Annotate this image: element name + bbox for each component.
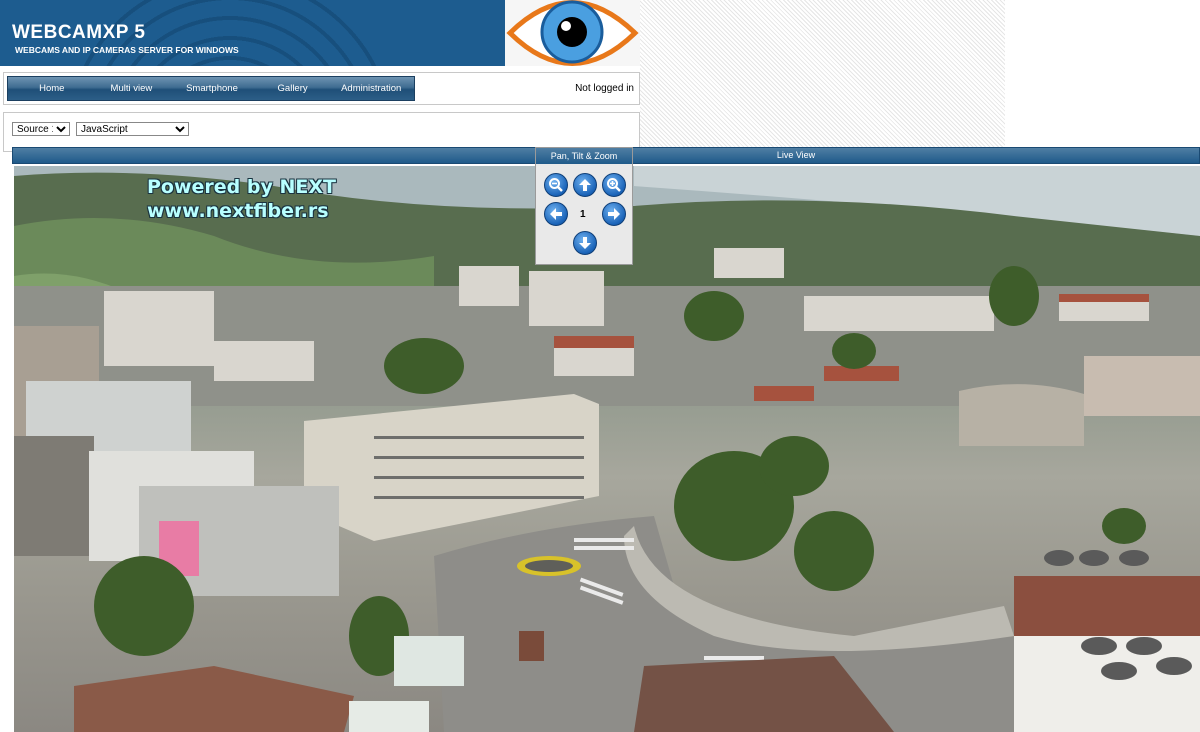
arrow-down-icon[interactable] [573,231,597,255]
login-status: Not logged in [575,83,634,94]
arrow-left-icon[interactable] [544,202,568,226]
app-subtitle: WEBCAMS AND IP CAMERAS SERVER FOR WINDOW… [15,45,239,55]
header-banner: WEBCAMXP 5 WEBCAMS AND IP CAMERAS SERVER… [0,0,640,66]
nav-administration[interactable]: Administration [328,83,414,94]
overlay-line-1: Powered by NEXT [147,176,336,198]
app-title: WEBCAMXP 5 [12,22,146,43]
arrow-right-icon[interactable] [602,202,626,226]
source-controls: Source 1 JavaScript [3,112,640,152]
nav-gallery[interactable]: Gallery [257,83,329,94]
background-pattern [640,0,1005,150]
zoom-out-icon[interactable] [544,173,568,197]
nav-multi-view[interactable]: Multi view [96,83,168,94]
arrow-up-icon[interactable] [573,173,597,197]
ptz-title: Pan, Tilt & Zoom [536,148,632,164]
overlay-line-2: www.nextfiber.rs [147,200,329,222]
source-select[interactable]: Source 1 [12,122,70,136]
nav-smartphone[interactable]: Smartphone [167,83,257,94]
camera-overlay-text: Powered by NEXT www.nextfiber.rs [147,175,336,223]
ptz-preset-number: 1 [580,209,586,220]
ptz-panel: Pan, Tilt & Zoom 1 [535,147,633,265]
nav-container: Home Multi view Smartphone Gallery Admin… [3,72,640,105]
eye-logo-icon [505,0,640,66]
viewer-mode-select[interactable]: JavaScript [76,122,189,136]
nav-home[interactable]: Home [8,83,96,94]
zoom-in-icon[interactable] [602,173,626,197]
nav-bar: Home Multi view Smartphone Gallery Admin… [7,76,415,101]
